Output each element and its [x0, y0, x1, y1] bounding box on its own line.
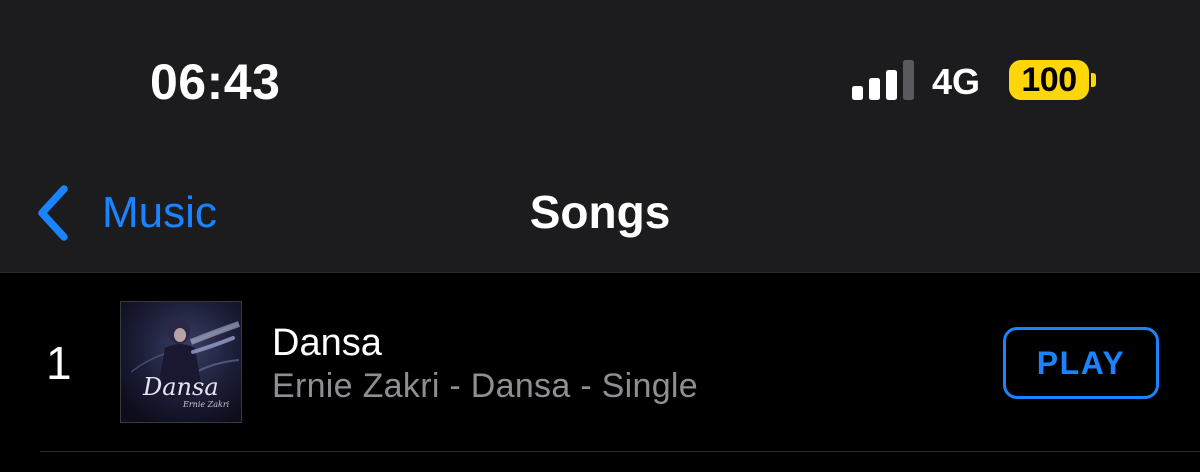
- artwork-title-text: Dansa: [142, 373, 219, 401]
- screen: 06:43 4G 100 Music Songs 1 Dansa Ernie Z…: [0, 0, 1200, 472]
- signal-bar: [903, 60, 914, 100]
- artwork-artist-text: Ernie Zakri: [182, 400, 230, 409]
- play-button[interactable]: PLAY: [1003, 327, 1159, 399]
- song-subtitle: Ernie Zakri - Dansa - Single: [272, 367, 698, 405]
- network-type: 4G: [932, 61, 981, 102]
- status-time: 06:43: [150, 54, 281, 110]
- track-number: 1: [46, 337, 72, 389]
- battery-level: 100: [1021, 60, 1077, 99]
- cellular-signal-icon: [852, 60, 914, 100]
- header: 06:43 4G 100 Music Songs: [0, 0, 1200, 273]
- battery-cap: [1091, 73, 1096, 87]
- signal-bar: [869, 78, 880, 100]
- song-row[interactable]: 1 Dansa Ernie Zakri Dansa Ernie Zakri - …: [0, 273, 1200, 451]
- signal-bar: [852, 86, 863, 100]
- battery-icon: 100: [1009, 60, 1089, 100]
- signal-bar: [886, 70, 897, 100]
- row-divider: [40, 451, 1200, 452]
- album-artwork-image: Dansa Ernie Zakri: [121, 302, 241, 422]
- page-title: Songs: [529, 186, 671, 238]
- album-artwork: Dansa Ernie Zakri: [120, 301, 242, 423]
- song-title: Dansa: [272, 322, 382, 364]
